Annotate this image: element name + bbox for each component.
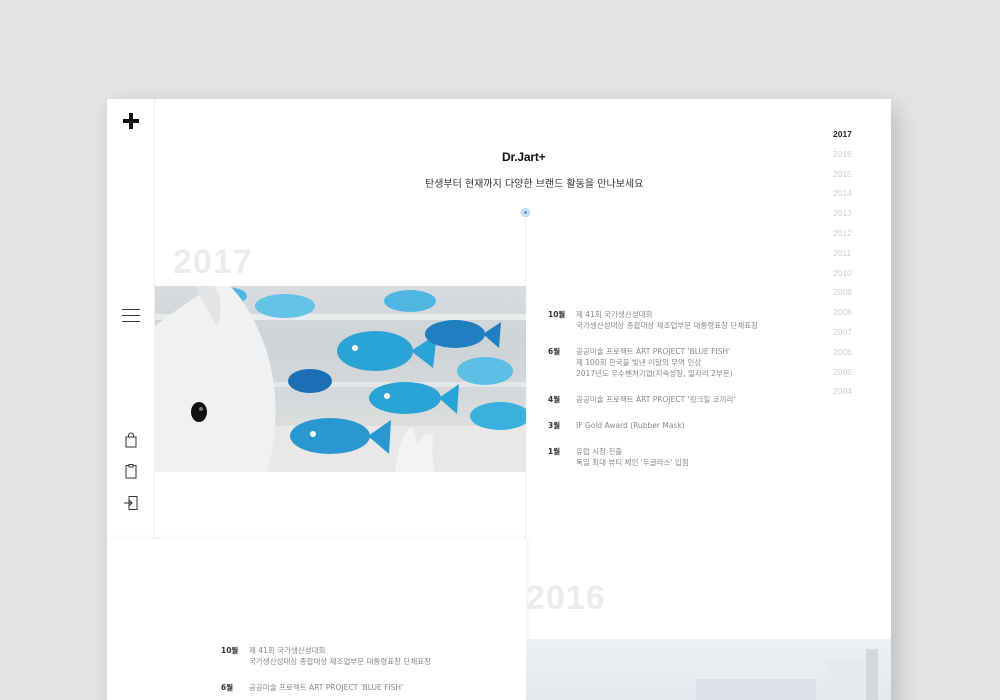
event-text: 유럽 시장 진출 <box>576 447 623 456</box>
year-nav-item-2006[interactable]: 2006 <box>833 345 873 365</box>
list-item: 10월 제 41회 국가생산성대회 국가생산성대상 종합대상 제조업부문 대통령… <box>221 645 521 667</box>
year-nav-item-2005[interactable]: 2005 <box>833 365 873 385</box>
year-nav-item-2007[interactable]: 2007 <box>833 325 873 345</box>
event-month: 1월 <box>548 447 561 456</box>
year-nav-item-2009[interactable]: 2009 <box>833 285 873 305</box>
year-nav-item-2012[interactable]: 2012 <box>833 226 873 246</box>
event-text: 제 41회 국가생산성대회 <box>576 310 653 319</box>
year-nav-item-2008[interactable]: 2008 <box>833 305 873 325</box>
event-text: 공공미술 프로젝트 ART PROJECT 'BLUE FISH' <box>249 683 404 692</box>
login-door-icon[interactable] <box>123 495 139 511</box>
list-item: 10월 제 41회 국가생산성대회 국가생산성대상 종합대상 제조업부문 대통령… <box>548 309 848 331</box>
year-navigation: 2017 2016 2015 2014 2013 2012 2011 2010 … <box>833 127 873 404</box>
event-text: 국가생산성대상 종합대상 제조업부문 대통령표창 단체표창 <box>249 657 432 666</box>
plus-logo-icon[interactable] <box>122 112 140 130</box>
event-text: 독일 최대 뷰티 체인 '두글라스' 입점 <box>576 458 689 467</box>
year-nav-item-2004[interactable]: 2004 <box>833 384 873 404</box>
event-text: 공공미술 프로젝트 ART PROJECT 'BLUE FISH' <box>576 347 731 356</box>
event-text: IF Gold Award (Rubber Mask) <box>576 421 685 430</box>
event-text: 제 100회 한국을 빛낸 이달의 무역 인상 <box>576 358 702 367</box>
shopping-bag-icon[interactable] <box>123 432 139 448</box>
event-month: 6월 <box>548 347 561 356</box>
year-nav-item-2016[interactable]: 2016 <box>833 147 873 167</box>
events-list-2017: 10월 제 41회 국가생산성대회 국가생산성대상 종합대상 제조업부문 대통령… <box>548 309 848 483</box>
event-text: 제 41회 국가생산성대회 <box>249 646 326 655</box>
list-item: 6월 공공미술 프로젝트 ART PROJECT 'BLUE FISH' <box>221 682 521 693</box>
year-nav-item-2014[interactable]: 2014 <box>833 186 873 206</box>
clipboard-icon[interactable] <box>123 463 139 479</box>
event-text: 공공미술 프로젝트 ART PROJECT '핑크힐 코끼리' <box>576 395 736 404</box>
events-list-2016: 10월 제 41회 국가생산성대회 국가생산성대상 종합대상 제조업부문 대통령… <box>221 645 521 700</box>
section-year-heading: 2016 <box>526 579 606 617</box>
sidebar <box>107 99 155 539</box>
page-tagline: 탄생부터 현재까지 다양한 브랜드 활동을 만나보세요 <box>425 179 644 190</box>
list-item: 3월 IF Gold Award (Rubber Mask) <box>548 420 848 431</box>
brand-logo[interactable]: Dr.Jart+ <box>502 150 546 164</box>
year-nav-item-2013[interactable]: 2013 <box>833 206 873 226</box>
year-nav-item-2010[interactable]: 2010 <box>833 266 873 286</box>
event-month: 6월 <box>221 683 234 692</box>
list-item: 6월 공공미술 프로젝트 ART PROJECT 'BLUE FISH' 제 1… <box>548 346 848 379</box>
page-frame: Dr.Jart+ 탄생부터 현재까지 다양한 브랜드 활동을 만나보세요 201… <box>107 99 891 700</box>
event-text: 2017년도 우수벤처기업(지속성장, 일자리 2부문) <box>576 369 733 378</box>
section-year-heading: 2017 <box>173 243 253 281</box>
list-item: 4월 공공미술 프로젝트 ART PROJECT '핑크힐 코끼리' <box>548 394 848 405</box>
blue-fish-artwork-photo <box>155 286 526 472</box>
event-text: 국가생산성대상 종합대상 제조업부문 대통령표창 단체표창 <box>576 321 759 330</box>
year-nav-item-2011[interactable]: 2011 <box>833 246 873 266</box>
year-nav-item-2017[interactable]: 2017 <box>833 127 873 147</box>
hamburger-menu-icon[interactable] <box>122 309 140 323</box>
list-item: 1월 유럽 시장 진출 독일 최대 뷰티 체인 '두글라스' 입점 <box>548 446 848 468</box>
event-month: 4월 <box>548 395 561 404</box>
event-month: 10월 <box>548 310 566 319</box>
event-month: 10월 <box>221 646 239 655</box>
timeline-marker <box>521 208 530 217</box>
event-month: 3월 <box>548 421 561 430</box>
year-nav-item-2015[interactable]: 2015 <box>833 167 873 187</box>
section-2016-photo <box>526 639 891 700</box>
